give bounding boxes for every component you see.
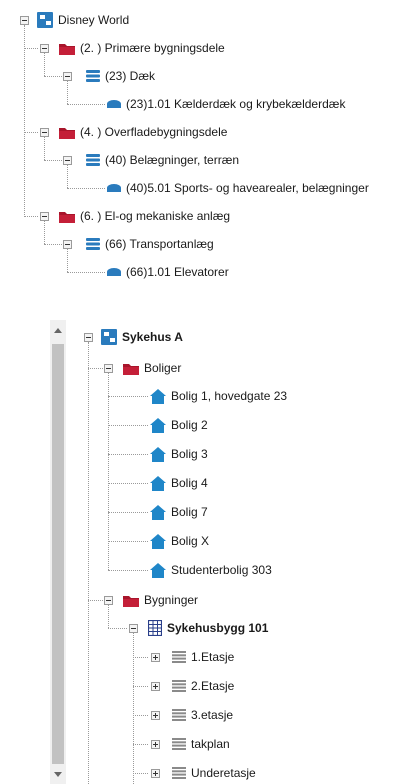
- floor-icon: [172, 680, 186, 692]
- tree-node-label: (4. ) Overfladebygningsdele: [80, 125, 228, 139]
- expand-floor-3[interactable]: [151, 711, 160, 720]
- floor-icon: [172, 738, 186, 750]
- tree-node-building[interactable]: Sykehusbygg 101: [148, 619, 268, 637]
- component-icon: [107, 184, 121, 192]
- collapse-group-2[interactable]: [40, 44, 49, 53]
- tree-node-group[interactable]: (2. ) Primære bygningsdele: [59, 39, 225, 57]
- collapse-sykehusbygg[interactable]: [129, 624, 138, 633]
- tree-node-label: (66) Transportanlæg: [105, 237, 214, 251]
- house-icon: [150, 388, 166, 404]
- tree-node-label: Bolig 3: [171, 447, 208, 461]
- tree-node-leaf[interactable]: (23)1.01 Kælderdæk og krybekælderdæk: [107, 95, 345, 113]
- tree-node-bolig[interactable]: Studenterbolig 303: [150, 561, 272, 579]
- tree-node-label: 2.Etasje: [191, 679, 235, 693]
- component-icon: [107, 100, 121, 108]
- tree-node-label: Sykehusbygg 101: [167, 621, 269, 635]
- tree-node-bolig[interactable]: Bolig 2: [150, 416, 208, 434]
- collapse-sykehus[interactable]: [84, 333, 93, 342]
- floor-icon: [172, 709, 186, 721]
- house-icon: [150, 417, 166, 433]
- tree-node-disney-world[interactable]: Disney World: [37, 11, 129, 29]
- tree-node-floor[interactable]: 1.Etasje: [172, 648, 234, 666]
- tree-node-bolig[interactable]: Bolig 3: [150, 445, 208, 463]
- collapse-sub-40[interactable]: [63, 156, 72, 165]
- tree-node-group[interactable]: (6. ) El-og mekaniske anlæg: [59, 207, 230, 225]
- tree-node-bolig[interactable]: Bolig 4: [150, 474, 208, 492]
- folder-icon: [59, 211, 75, 223]
- component-icon: [107, 268, 121, 276]
- scrollbar-thumb[interactable]: [52, 344, 64, 764]
- folder-icon: [123, 595, 139, 607]
- tree-node-label: Bolig X: [171, 534, 210, 548]
- tree-node-label: (23)1.01 Kælderdæk og krybekælderdæk: [126, 97, 346, 111]
- house-icon: [150, 504, 166, 520]
- floor-icon: [172, 767, 186, 779]
- tree-node-boliger[interactable]: Boliger: [123, 359, 181, 377]
- tree-node-label: Sykehus A: [122, 330, 183, 344]
- collapse-group-4[interactable]: [40, 128, 49, 137]
- tree-node-label: takplan: [191, 737, 230, 751]
- vertical-scrollbar[interactable]: [50, 320, 66, 784]
- collapse-group-6[interactable]: [40, 212, 49, 221]
- tree-node-label: Bolig 2: [171, 418, 208, 432]
- tree-node-bolig[interactable]: Bolig X: [150, 532, 209, 550]
- expand-floor-1[interactable]: [151, 653, 160, 662]
- tree-node-label: (23) Dæk: [105, 69, 156, 83]
- collapse-bygninger[interactable]: [104, 596, 113, 605]
- database-icon: [86, 154, 100, 166]
- database-icon: [86, 238, 100, 250]
- tree-node-label: Disney World: [58, 13, 130, 27]
- house-icon: [150, 475, 166, 491]
- tree-node-floor[interactable]: takplan: [172, 735, 230, 753]
- folder-icon: [123, 363, 139, 375]
- tree-node-label: Bolig 1, hovedgate 23: [171, 389, 288, 403]
- tree-node-label: (2. ) Primære bygningsdele: [80, 41, 225, 55]
- expand-takplan[interactable]: [151, 740, 160, 749]
- tree-node-floor[interactable]: Underetasje: [172, 764, 256, 782]
- site-icon: [101, 329, 117, 345]
- scroll-up-icon[interactable]: [54, 328, 62, 333]
- tree-node-label: Underetasje: [191, 766, 256, 780]
- tree-node-label: Bolig 7: [171, 505, 208, 519]
- folder-icon: [59, 43, 75, 55]
- expand-floor-2[interactable]: [151, 682, 160, 691]
- collapse-disney-world[interactable]: [20, 16, 29, 25]
- collapse-sub-66[interactable]: [63, 240, 72, 249]
- tree-node-sub[interactable]: (23) Dæk: [86, 67, 155, 85]
- tree-node-sub[interactable]: (40) Belægninger, terræn: [86, 151, 239, 169]
- tree-node-floor[interactable]: 2.Etasje: [172, 677, 234, 695]
- floor-icon: [172, 651, 186, 663]
- scroll-down-icon[interactable]: [54, 772, 62, 777]
- tree-node-bolig[interactable]: Bolig 1, hovedgate 23: [150, 387, 287, 405]
- folder-icon: [59, 127, 75, 139]
- tree-node-sykehus[interactable]: Sykehus A: [101, 328, 183, 346]
- tree-node-label: (40) Belægninger, terræn: [105, 153, 240, 167]
- site-icon: [37, 12, 53, 28]
- tree-node-leaf[interactable]: (66)1.01 Elevatorer: [107, 263, 229, 281]
- tree-node-label: Bygninger: [144, 593, 199, 607]
- tree-node-label: Boliger: [144, 361, 182, 375]
- tree-node-bolig[interactable]: Bolig 7: [150, 503, 208, 521]
- tree-node-label: Studenterbolig 303: [171, 563, 272, 577]
- tree-node-label: 3.etasje: [191, 708, 234, 722]
- tree-node-group[interactable]: (4. ) Overfladebygningsdele: [59, 123, 227, 141]
- house-icon: [150, 562, 166, 578]
- tree-node-bygninger[interactable]: Bygninger: [123, 591, 198, 609]
- building-icon: [148, 620, 162, 636]
- tree-node-label: (66)1.01 Elevatorer: [126, 265, 229, 279]
- tree-node-floor[interactable]: 3.etasje: [172, 706, 233, 724]
- collapse-sub-23[interactable]: [63, 72, 72, 81]
- expand-underetasje[interactable]: [151, 769, 160, 778]
- house-icon: [150, 533, 166, 549]
- tree-node-sub[interactable]: (66) Transportanlæg: [86, 235, 214, 253]
- tree-node-label: 1.Etasje: [191, 650, 235, 664]
- tree-node-leaf[interactable]: (40)5.01 Sports- og havearealer, belægni…: [107, 179, 369, 197]
- tree-node-label: Bolig 4: [171, 476, 208, 490]
- collapse-boliger[interactable]: [104, 364, 113, 373]
- tree-node-label: (6. ) El-og mekaniske anlæg: [80, 209, 231, 223]
- database-icon: [86, 70, 100, 82]
- tree-node-label: (40)5.01 Sports- og havearealer, belægni…: [126, 181, 369, 195]
- house-icon: [150, 446, 166, 462]
